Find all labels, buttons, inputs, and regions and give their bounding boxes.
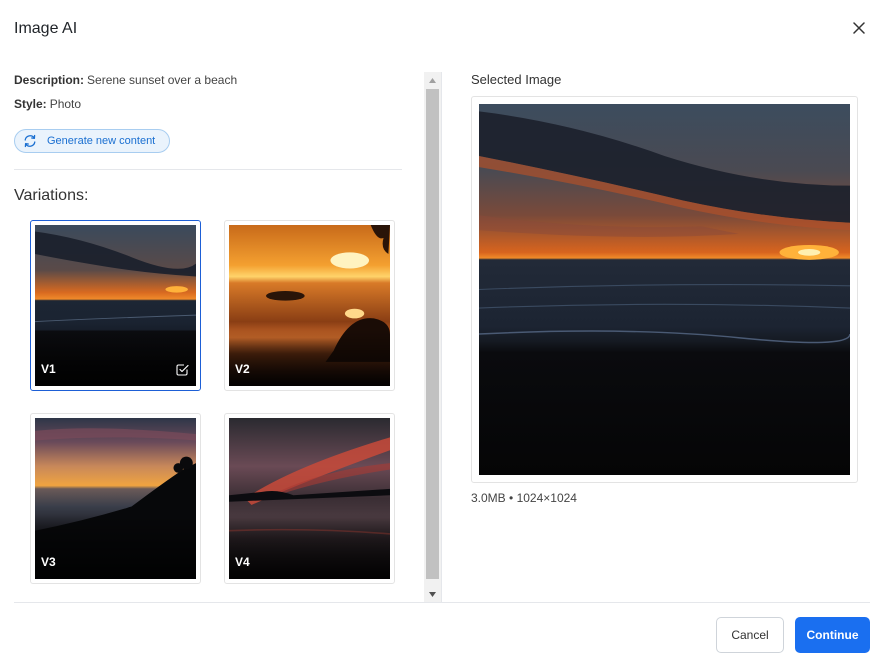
description-row: Description: Serene sunset over a beach (14, 73, 237, 87)
variation-tile-v1[interactable]: V1 (30, 220, 201, 391)
continue-button[interactable]: Continue (795, 617, 870, 653)
variation-tile-v4[interactable]: V4 (224, 413, 395, 584)
variation-image-v4 (229, 418, 390, 579)
close-icon (853, 22, 865, 34)
variation-image-v2 (229, 225, 390, 386)
footer-divider (14, 602, 870, 603)
variation-label: V4 (235, 555, 250, 569)
variation-label: V1 (41, 362, 56, 376)
left-pane: Description: Serene sunset over a beach S… (0, 68, 424, 602)
style-label: Style: (14, 97, 47, 111)
variations-title: Variations: (14, 187, 89, 204)
variation-tile-v2[interactable]: V2 (224, 220, 395, 391)
variation-image-v1 (35, 225, 196, 386)
left-pane-scrollbar[interactable] (424, 72, 441, 602)
generate-button-label: Generate new content (47, 135, 156, 147)
description-value: Serene sunset over a beach (87, 73, 238, 87)
variation-label: V2 (235, 362, 250, 376)
description-label: Description: (14, 73, 85, 87)
variation-image-v3 (35, 418, 196, 579)
meta-separator: • (509, 491, 514, 505)
scroll-up-button[interactable] (424, 72, 441, 88)
checked-checkbox-icon (176, 364, 189, 376)
pane-separator (441, 72, 442, 602)
triangle-down-icon (429, 591, 436, 597)
selected-image-title: Selected Image (471, 72, 562, 87)
variation-tile-v3[interactable]: V3 (30, 413, 201, 584)
cancel-button[interactable]: Cancel (716, 617, 784, 653)
refresh-icon (24, 134, 36, 148)
triangle-up-icon (429, 77, 436, 83)
selected-image-frame (471, 96, 858, 483)
selected-image (479, 104, 850, 475)
image-dimensions: 1024×1024 (516, 491, 577, 505)
dialog-title: Image AI (14, 20, 78, 37)
variation-label: V3 (41, 555, 56, 569)
close-button[interactable] (849, 18, 869, 38)
scroll-down-button[interactable] (424, 586, 441, 602)
style-row: Style: Photo (14, 97, 81, 111)
section-divider (14, 169, 402, 170)
generate-new-content-button[interactable]: Generate new content (14, 129, 170, 153)
selected-image-meta: 3.0MB • 1024×1024 (471, 491, 577, 505)
style-value: Photo (49, 97, 82, 111)
scroll-thumb[interactable] (426, 89, 439, 579)
image-ai-dialog: Image AI Description: Serene sunset over … (0, 0, 882, 663)
file-size: 3.0MB (471, 491, 506, 505)
